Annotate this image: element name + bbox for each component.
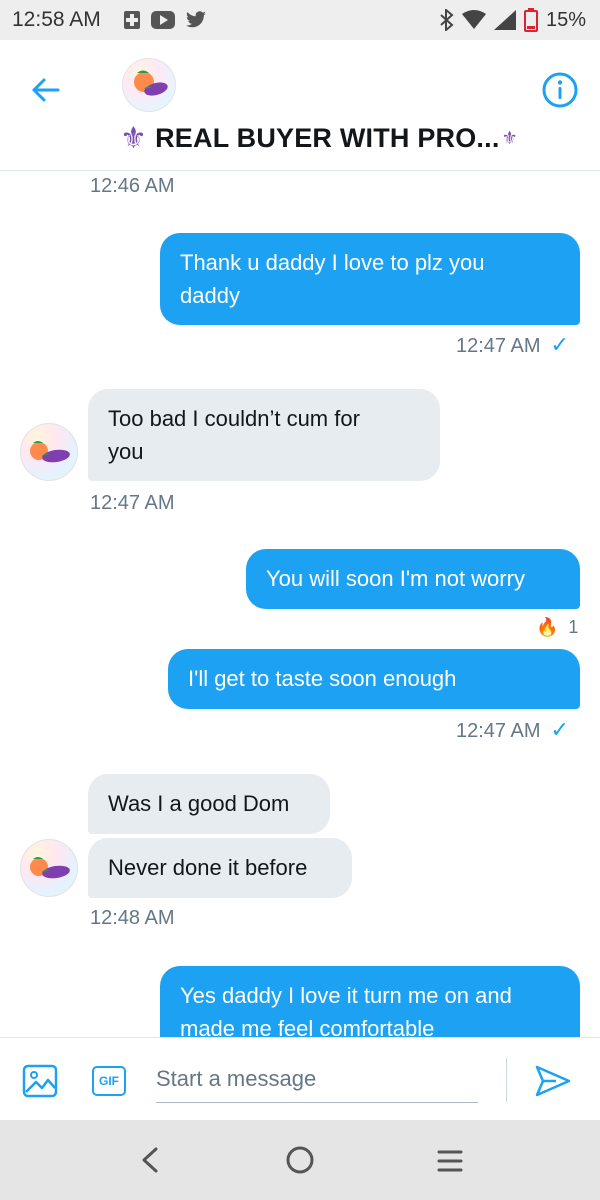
- message-composer: GIF: [0, 1037, 600, 1121]
- fleur-de-lis-icon: ⚜: [120, 121, 148, 155]
- peach-eggplant-icon: [30, 857, 70, 879]
- status-bar: 12:58 AM 15%: [0, 0, 600, 40]
- message-bubble-outgoing[interactable]: Yes daddy I love it turn me on and made …: [160, 966, 580, 1037]
- wifi-icon: [461, 10, 486, 29]
- conversation-title[interactable]: ⚜ REAL BUYER WITH PRO... ⚜: [120, 118, 518, 158]
- message-timestamp: 12:48 AM: [90, 907, 175, 929]
- message-timestamp: 12:47 AM: [90, 492, 175, 514]
- arrow-left-icon[interactable]: [22, 68, 66, 112]
- bluetooth-icon: [440, 9, 454, 31]
- reaction-count: 1: [568, 617, 579, 637]
- message-bubble-incoming[interactable]: Too bad I couldn’t cum for you: [88, 389, 440, 481]
- message-timestamp: 12:46 AM: [90, 175, 175, 197]
- nav-home-icon[interactable]: [284, 1144, 316, 1176]
- youtube-icon: [150, 11, 175, 29]
- message-bubble-outgoing[interactable]: You will soon I'm not worry: [246, 549, 580, 609]
- emoji-icon: ⚜: [501, 127, 518, 148]
- reaction[interactable]: 🔥 1: [536, 617, 578, 638]
- fire-icon: 🔥: [536, 617, 559, 637]
- message-list[interactable]: 12:46 AM Thank u daddy I love to plz you…: [0, 171, 600, 1037]
- gif-button[interactable]: GIF: [92, 1066, 126, 1096]
- checkmark-icon: ✓: [550, 717, 569, 742]
- twitter-bird-icon: [185, 11, 206, 28]
- peach-eggplant-icon: [134, 70, 168, 96]
- send-icon[interactable]: [534, 1064, 572, 1098]
- peach-eggplant-icon: [30, 441, 70, 463]
- nav-menu-icon[interactable]: [436, 1148, 464, 1174]
- divider: [506, 1058, 507, 1102]
- status-time: 12:58 AM: [12, 8, 101, 31]
- message-bubble-incoming[interactable]: Never done it before: [88, 838, 352, 898]
- avatar[interactable]: [20, 423, 78, 481]
- message-bubble-outgoing[interactable]: I'll get to taste soon enough: [168, 649, 580, 709]
- message-timestamp: 12:47 AM ✓: [456, 717, 569, 742]
- battery-icon: [523, 8, 538, 32]
- system-navigation-bar: [0, 1120, 600, 1200]
- nav-back-icon[interactable]: [138, 1146, 162, 1174]
- message-bubble-incoming[interactable]: Was I a good Dom: [88, 774, 330, 834]
- info-circle-icon[interactable]: [540, 70, 580, 110]
- conversation-header: ⚜ REAL BUYER WITH PRO... ⚜: [0, 40, 600, 171]
- avatar[interactable]: [122, 58, 176, 112]
- checkmark-icon: ✓: [550, 332, 569, 357]
- message-bubble-outgoing[interactable]: Thank u daddy I love to plz you daddy: [160, 233, 580, 325]
- image-icon[interactable]: [22, 1064, 58, 1098]
- message-timestamp: 12:47 AM ✓: [456, 332, 569, 357]
- message-input[interactable]: [156, 1056, 478, 1103]
- avatar[interactable]: [20, 839, 78, 897]
- download-icon: [123, 11, 140, 29]
- battery-percent: 15%: [545, 8, 586, 31]
- signal-icon: [493, 10, 516, 30]
